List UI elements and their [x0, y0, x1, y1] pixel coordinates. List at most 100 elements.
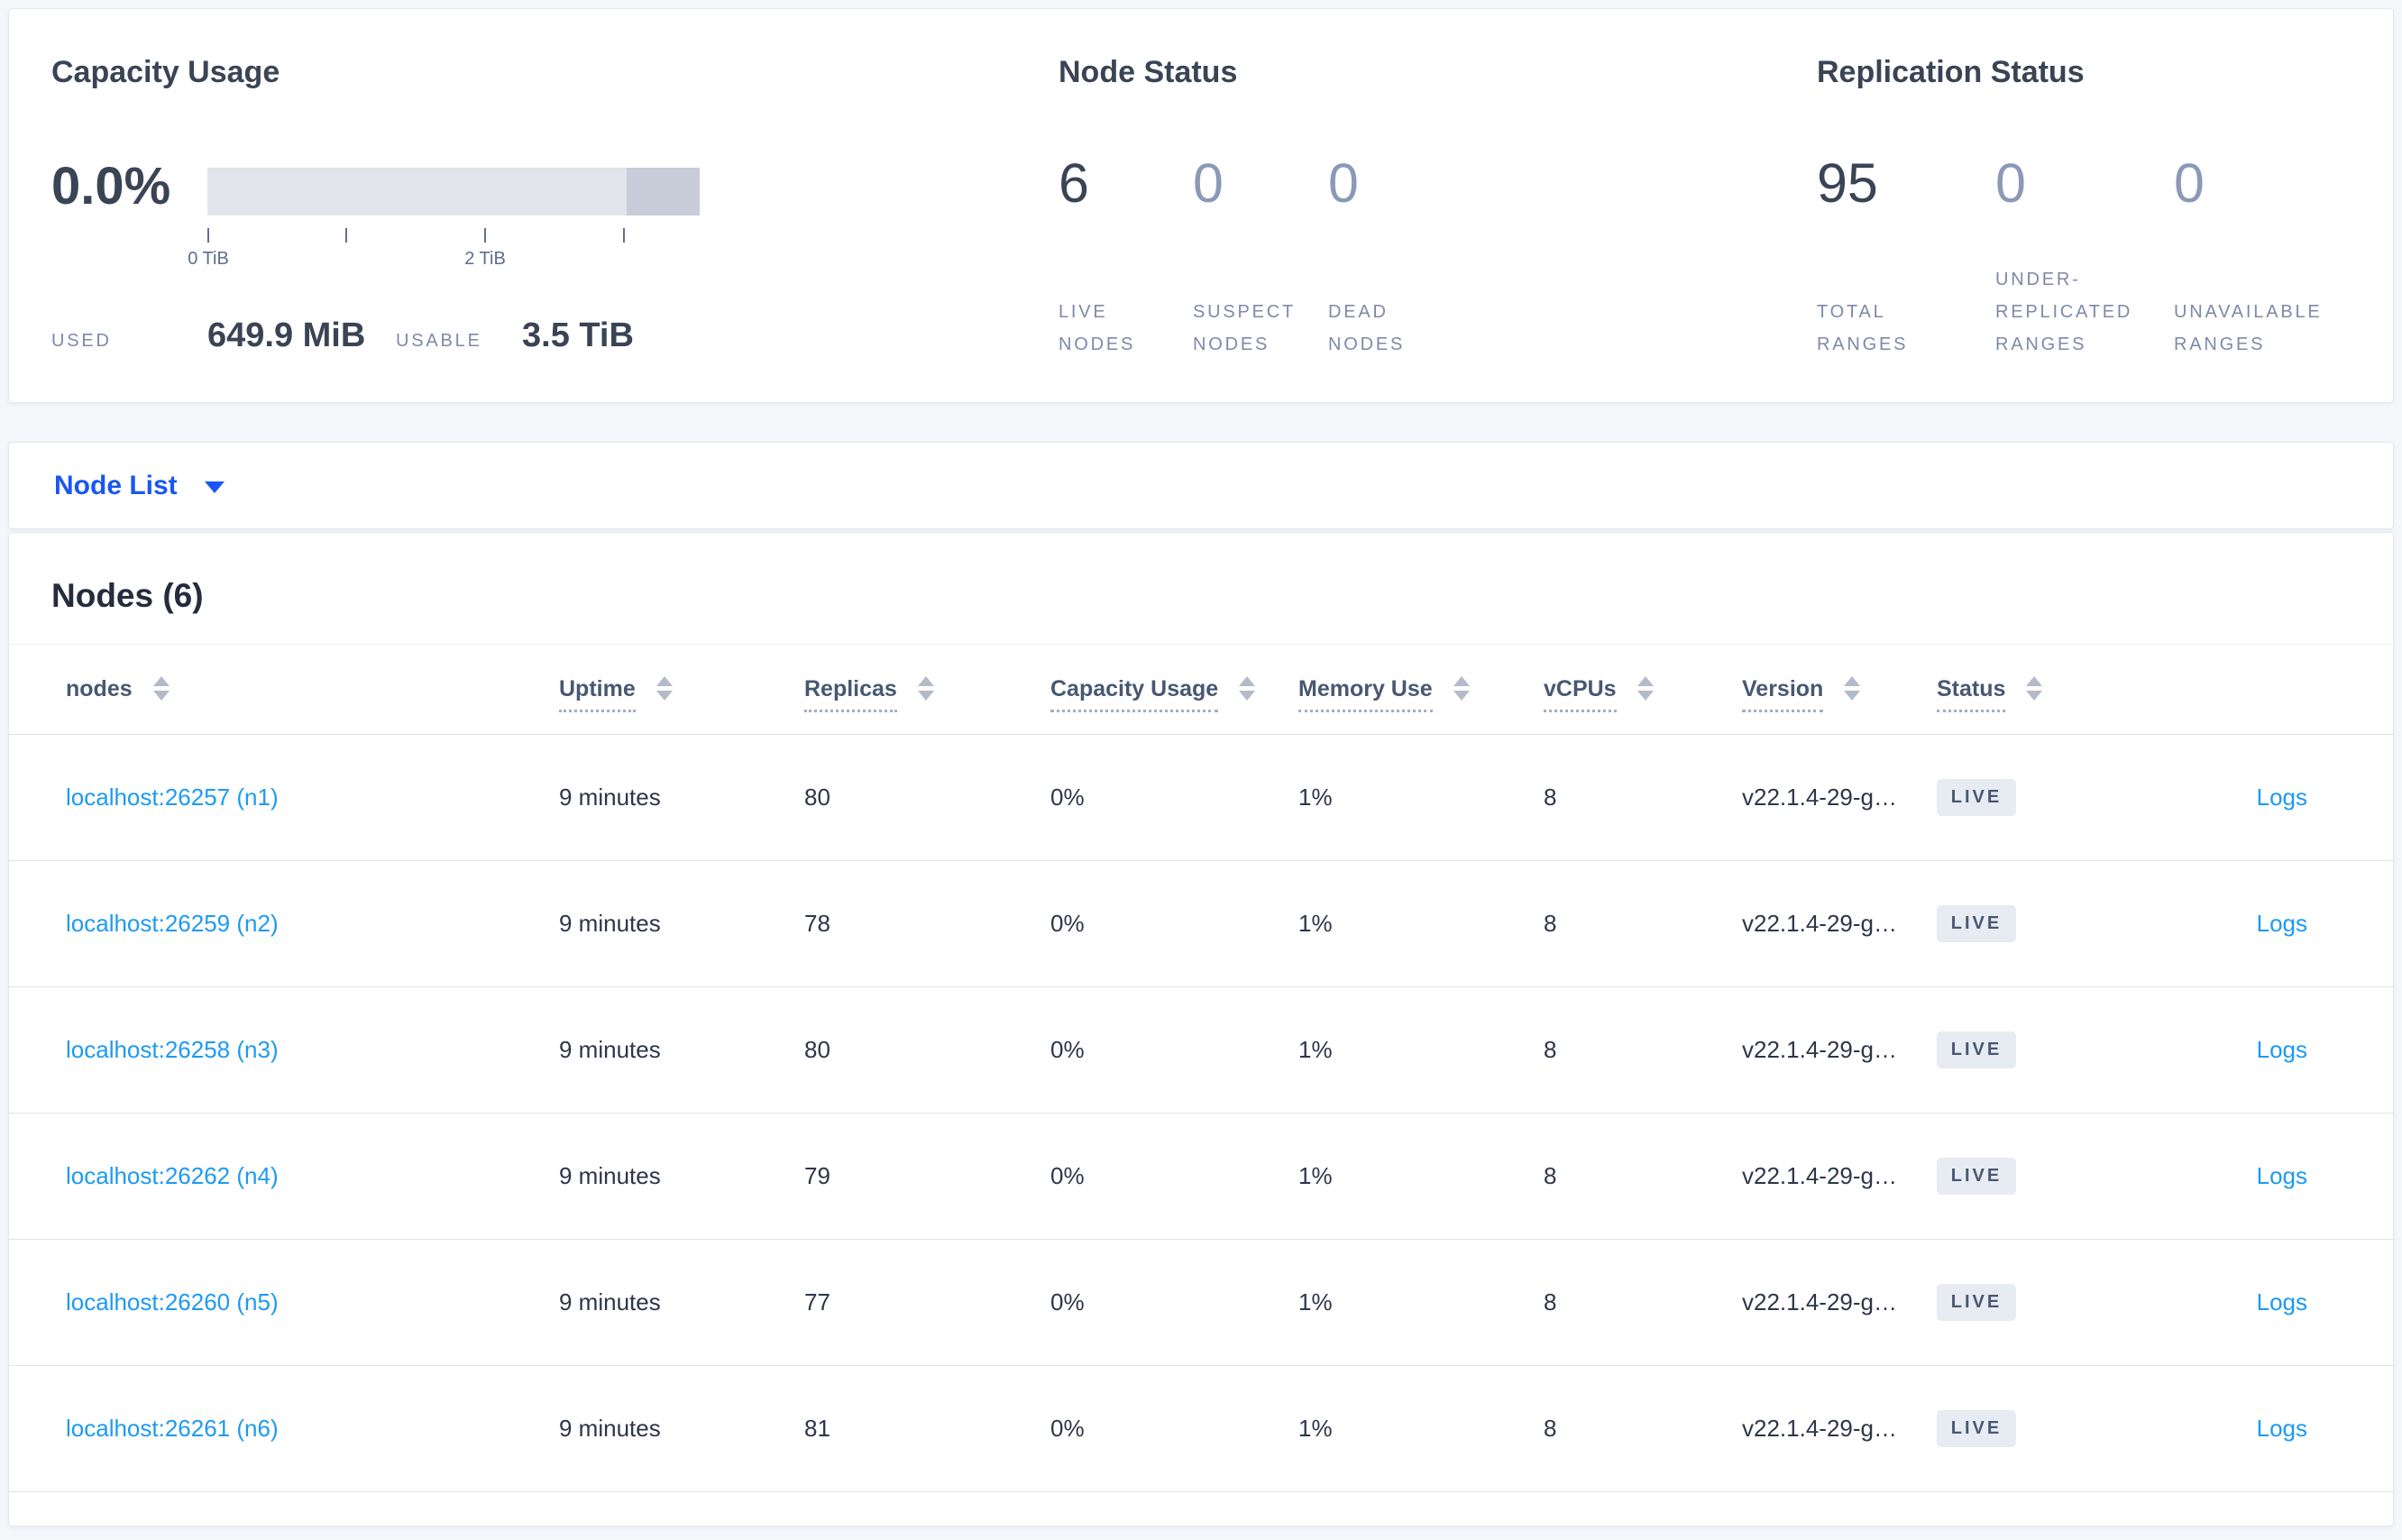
used-value: 649.9 MiB — [207, 316, 366, 354]
dead-nodes-label: DEAD NODES — [1328, 302, 1406, 354]
view-selector-bar: Node List — [8, 442, 2394, 529]
logs-link[interactable]: Logs — [2257, 1288, 2307, 1315]
column-header-vcpus[interactable]: vCPUs — [1544, 675, 1742, 712]
node-list-dropdown-label: Node List — [54, 470, 178, 500]
dead-nodes-value: 0 — [1328, 152, 1359, 214]
used-label: USED — [51, 331, 112, 351]
column-header-capacity-usage[interactable]: Capacity Usage — [1050, 675, 1298, 712]
axis-tick — [484, 228, 486, 243]
replicas-cell: 77 — [804, 1288, 830, 1315]
vcpus-cell: 8 — [1544, 1036, 1557, 1063]
node-link[interactable]: localhost:26257 (n1) — [66, 784, 279, 811]
under-replicated-stat: 0 UNDER-REPLICATED RANGES — [1995, 9, 2158, 402]
uptime-cell: 9 minutes — [559, 1415, 661, 1442]
sort-icon — [1636, 675, 1654, 701]
vcpus-cell: 8 — [1544, 1288, 1557, 1315]
vcpus-cell: 8 — [1544, 1415, 1557, 1442]
memory-cell: 1% — [1298, 910, 1333, 937]
axis-tick — [345, 228, 347, 243]
caret-down-icon — [204, 481, 225, 493]
logs-link[interactable]: Logs — [2257, 784, 2307, 811]
sort-icon — [656, 675, 673, 701]
capacity-cell: 0% — [1050, 1162, 1085, 1189]
memory-cell: 1% — [1298, 1288, 1333, 1315]
suspect-nodes-value: 0 — [1193, 152, 1224, 214]
memory-cell: 1% — [1298, 1415, 1333, 1442]
under-replicated-value: 0 — [1995, 152, 2026, 214]
table-row: localhost:26257 (n1) 9 minutes 80 0% 1% … — [9, 735, 2393, 861]
node-link[interactable]: localhost:26262 (n4) — [66, 1162, 279, 1189]
version-cell: v22.1.4-29-g… — [1742, 1036, 1897, 1063]
memory-cell: 1% — [1298, 1162, 1333, 1189]
capacity-bar-dark-segment — [627, 168, 700, 215]
capacity-cell: 0% — [1050, 910, 1085, 937]
status-badge: LIVE — [1937, 1284, 2016, 1321]
replicas-cell: 80 — [804, 784, 830, 811]
nodes-table-panel: Nodes (6) nodes Uptime Replicas Capacity… — [8, 532, 2394, 1526]
memory-cell: 1% — [1298, 784, 1333, 811]
sort-icon — [2026, 675, 2043, 701]
version-cell: v22.1.4-29-g… — [1742, 1288, 1897, 1315]
capacity-cell: 0% — [1050, 1036, 1085, 1063]
status-badge: LIVE — [1937, 1410, 2016, 1447]
uptime-cell: 9 minutes — [559, 1162, 661, 1189]
unavailable-ranges-stat: 0 UNAVAILABLE RANGES — [2174, 9, 2363, 402]
replicas-cell: 78 — [804, 910, 830, 937]
sort-icon — [152, 675, 170, 701]
total-ranges-label: TOTAL RANGES — [1817, 302, 1909, 354]
total-ranges-value: 95 — [1817, 152, 1878, 214]
status-badge: LIVE — [1937, 1158, 2016, 1195]
uptime-cell: 9 minutes — [559, 1036, 661, 1063]
replicas-cell: 80 — [804, 1036, 830, 1063]
uptime-cell: 9 minutes — [559, 910, 661, 937]
vcpus-cell: 8 — [1544, 784, 1557, 811]
under-replicated-label: UNDER-REPLICATED RANGES — [1995, 270, 2133, 354]
node-link[interactable]: localhost:26260 (n5) — [66, 1288, 279, 1315]
memory-cell: 1% — [1298, 1036, 1333, 1063]
capacity-bar — [207, 168, 700, 215]
column-header-uptime[interactable]: Uptime — [559, 675, 804, 712]
status-badge: LIVE — [1937, 905, 2016, 942]
logs-link[interactable]: Logs — [2257, 1036, 2307, 1063]
logs-link[interactable]: Logs — [2257, 910, 2307, 937]
sort-icon — [1844, 675, 1861, 701]
cluster-summary-panel: Capacity Usage 0.0% 0 TiB 2 TiB USED 649… — [8, 8, 2394, 403]
live-nodes-stat: 6 LIVE NODES — [1059, 9, 1180, 402]
capacity-usage-title: Capacity Usage — [51, 55, 280, 89]
sort-icon — [1239, 675, 1256, 701]
table-row: localhost:26259 (n2) 9 minutes 78 0% 1% … — [9, 861, 2393, 987]
node-list-dropdown[interactable]: Node List — [54, 471, 225, 501]
status-badge: LIVE — [1937, 779, 2016, 816]
capacity-cell: 0% — [1050, 784, 1085, 811]
column-header-replicas[interactable]: Replicas — [804, 675, 1050, 712]
table-row: localhost:26260 (n5) 9 minutes 77 0% 1% … — [9, 1240, 2393, 1366]
uptime-cell: 9 minutes — [559, 784, 661, 811]
axis-tick — [623, 228, 625, 243]
suspect-nodes-stat: 0 SUSPECT NODES — [1193, 9, 1321, 402]
version-cell: v22.1.4-29-g… — [1742, 1415, 1897, 1442]
table-row: localhost:26258 (n3) 9 minutes 80 0% 1% … — [9, 987, 2393, 1114]
column-header-status[interactable]: Status — [1937, 675, 2165, 712]
vcpus-cell: 8 — [1544, 1162, 1557, 1189]
node-link[interactable]: localhost:26261 (n6) — [66, 1415, 279, 1442]
table-header-row: nodes Uptime Replicas Capacity Usage Mem… — [9, 644, 2393, 735]
column-header-version[interactable]: Version — [1742, 675, 1937, 712]
vcpus-cell: 8 — [1544, 910, 1557, 937]
version-cell: v22.1.4-29-g… — [1742, 1162, 1897, 1189]
unavailable-ranges-value: 0 — [2174, 152, 2205, 214]
node-link[interactable]: localhost:26258 (n3) — [66, 1036, 279, 1063]
cluster-overview-page: Capacity Usage 0.0% 0 TiB 2 TiB USED 649… — [0, 0, 2402, 1540]
capacity-cell: 0% — [1050, 1288, 1085, 1315]
total-ranges-stat: 95 TOTAL RANGES — [1817, 9, 1970, 402]
usable-value: 3.5 TiB — [522, 316, 634, 354]
column-header-memory-use[interactable]: Memory Use — [1298, 675, 1544, 712]
capacity-cell: 0% — [1050, 1415, 1085, 1442]
node-link[interactable]: localhost:26259 (n2) — [66, 910, 279, 937]
logs-link[interactable]: Logs — [2257, 1162, 2307, 1189]
logs-link[interactable]: Logs — [2257, 1415, 2307, 1442]
status-badge: LIVE — [1937, 1031, 2016, 1068]
version-cell: v22.1.4-29-g… — [1742, 910, 1897, 937]
live-nodes-label: LIVE NODES — [1059, 302, 1136, 354]
column-header-nodes[interactable]: nodes — [66, 675, 559, 702]
version-cell: v22.1.4-29-g… — [1742, 784, 1897, 811]
